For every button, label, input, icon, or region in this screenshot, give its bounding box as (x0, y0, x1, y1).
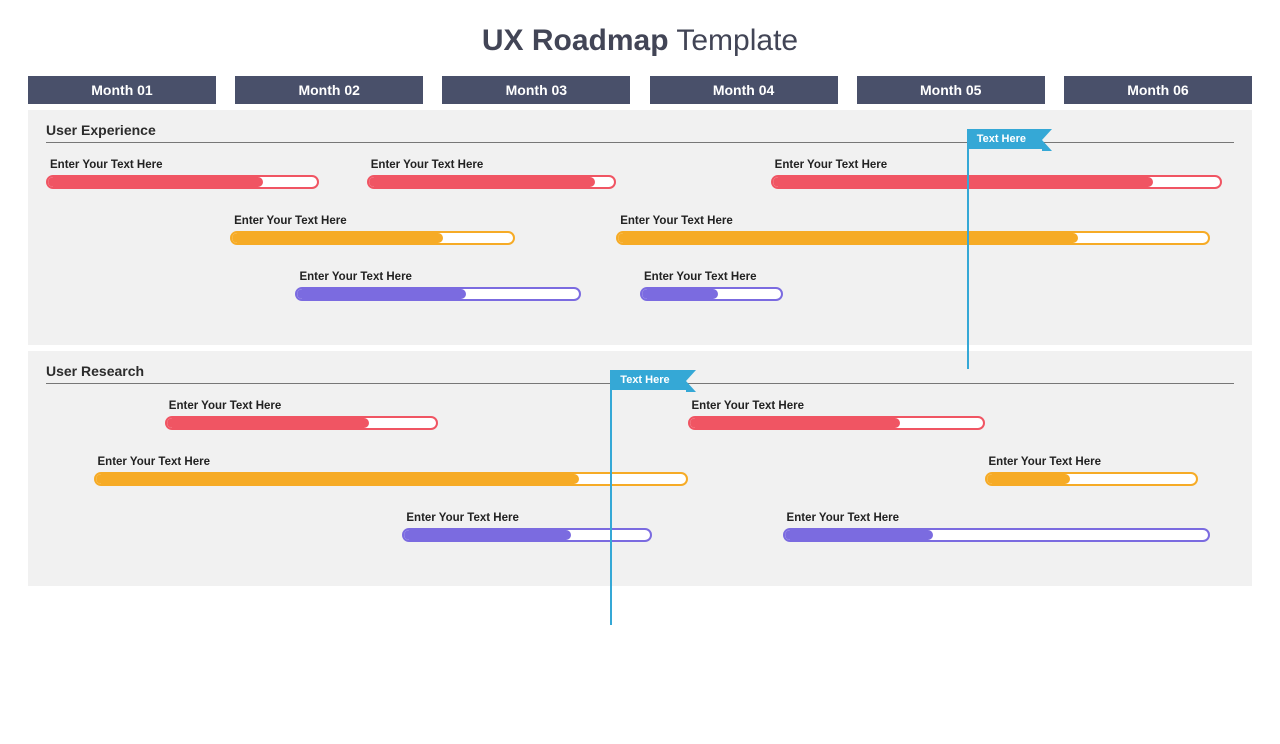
month-tab-5: Month 05 (857, 76, 1045, 104)
bar-fill (987, 474, 1071, 484)
bar-fill (773, 177, 1153, 187)
bar-fill (369, 177, 595, 187)
marker-flag: Text Here (967, 129, 1042, 149)
bar: Enter Your Text Here (165, 400, 438, 430)
bar-fill (96, 474, 580, 484)
timeline-marker: Text Here (967, 129, 969, 369)
bar: Enter Your Text Here (771, 159, 1222, 189)
bar-track (402, 528, 651, 542)
bar: Enter Your Text Here (402, 512, 651, 542)
bar-label: Enter Your Text Here (692, 400, 985, 412)
bar: Enter Your Text Here (640, 271, 783, 301)
bar-label: Enter Your Text Here (620, 215, 1210, 227)
bar-label: Enter Your Text Here (775, 159, 1222, 171)
bar-track (688, 416, 985, 430)
bar-track (230, 231, 515, 245)
section-rows: Text HereEnter Your Text HereEnter Your … (46, 159, 1234, 321)
bar: Enter Your Text Here (688, 400, 985, 430)
bar: Enter Your Text Here (230, 215, 515, 245)
row: Enter Your Text Here Enter Your Text Here (46, 512, 1234, 562)
bar-track (783, 528, 1211, 542)
month-tab-3: Month 03 (442, 76, 630, 104)
month-tab-1: Month 01 (28, 76, 216, 104)
bar-label: Enter Your Text Here (406, 512, 651, 524)
bar: Enter Your Text Here (46, 159, 319, 189)
bar-label: Enter Your Text Here (371, 159, 616, 171)
bar-label: Enter Your Text Here (787, 512, 1211, 524)
bar-track (640, 287, 783, 301)
bar-label: Enter Your Text Here (299, 271, 580, 283)
bar-fill (48, 177, 263, 187)
bar-label: Enter Your Text Here (169, 400, 438, 412)
title-bold: UX Roadmap (482, 24, 669, 57)
bar-track (985, 472, 1199, 486)
row: Enter Your Text Here Enter Your Text Here (46, 271, 1234, 321)
bar-track (295, 287, 580, 301)
marker-flag: Text Here (610, 370, 685, 390)
bar-fill (785, 530, 933, 540)
bar-track (616, 231, 1210, 245)
bar-track (165, 416, 438, 430)
bar-fill (167, 418, 369, 428)
bar-fill (618, 233, 1078, 243)
bar-track (367, 175, 616, 189)
bar-fill (404, 530, 571, 540)
bar: Enter Your Text Here (985, 456, 1199, 486)
bar: Enter Your Text Here (94, 456, 688, 486)
bar: Enter Your Text Here (295, 271, 580, 301)
month-tab-4: Month 04 (650, 76, 838, 104)
bar-label: Enter Your Text Here (50, 159, 319, 171)
bar: Enter Your Text Here (367, 159, 616, 189)
bar-label: Enter Your Text Here (644, 271, 783, 283)
row: Enter Your Text Here Enter Your Text Here (46, 400, 1234, 450)
bar-track (46, 175, 319, 189)
bar-label: Enter Your Text Here (98, 456, 688, 468)
section-rows: Text HereEnter Your Text HereEnter Your … (46, 400, 1234, 562)
section-1: User ResearchText HereEnter Your Text He… (28, 351, 1252, 586)
bar-track (771, 175, 1222, 189)
bar-label: Enter Your Text Here (234, 215, 515, 227)
bar-label: Enter Your Text Here (989, 456, 1199, 468)
section-0: User ExperienceText HereEnter Your Text … (28, 110, 1252, 345)
bar-fill (642, 289, 718, 299)
row: Enter Your Text Here Enter Your Text Here (46, 456, 1234, 506)
section-title: User Experience (46, 122, 1234, 138)
row: Enter Your Text Here Enter Your Text Here (46, 215, 1234, 265)
bar: Enter Your Text Here (783, 512, 1211, 542)
section-rule (46, 142, 1234, 143)
bar-track (94, 472, 688, 486)
page-title: UX Roadmap Template (0, 24, 1280, 58)
month-tab-2: Month 02 (235, 76, 423, 104)
bar-fill (232, 233, 443, 243)
month-tabs: Month 01 Month 02 Month 03 Month 04 Month 05… (28, 76, 1252, 104)
bar-fill (297, 289, 466, 299)
timeline-marker: Text Here (610, 370, 612, 625)
row: Enter Your Text Here Enter Your Text Here… (46, 159, 1234, 209)
bar: Enter Your Text Here (616, 215, 1210, 245)
month-tab-6: Month 06 (1064, 76, 1252, 104)
bar-fill (690, 418, 901, 428)
title-rest: Template (669, 24, 799, 57)
